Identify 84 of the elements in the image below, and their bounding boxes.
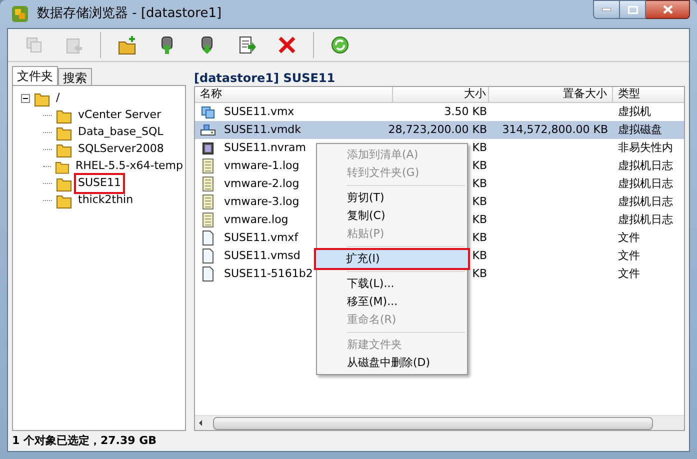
column-header[interactable]: 置备大小 — [489, 87, 613, 102]
table-cell-text: 非易失性内 — [618, 140, 673, 156]
table-cell-text: 文件 — [618, 248, 640, 264]
expander-icon[interactable] — [21, 94, 30, 103]
column-header[interactable]: 类型 — [613, 87, 684, 102]
tree-item[interactable]: SUSE11 — [76, 175, 123, 192]
table-cell-text: KB — [472, 230, 487, 246]
menu-item[interactable]: 下载(L)... — [317, 275, 467, 293]
close-button[interactable] — [646, 0, 690, 19]
table-cell-text: 314,572,800.00 KB — [502, 122, 608, 138]
minimize-icon — [602, 8, 611, 11]
window-title: 数据存储浏览器 - [datastore1] — [37, 5, 222, 24]
table-cell-text: KB — [472, 266, 487, 282]
tree-item[interactable]: vCenter Server — [76, 107, 164, 124]
folder-path: [datastore1] SUSE11 — [194, 70, 336, 86]
table-cell-text: KB — [472, 158, 487, 174]
tree-item[interactable]: / — [54, 90, 62, 107]
file-name: SUSE11.nvram — [224, 140, 306, 156]
refresh-icon — [330, 35, 350, 55]
tree-item[interactable]: Data_base_SQL — [76, 124, 166, 141]
file-icon — [200, 230, 216, 246]
notepad-icon — [200, 212, 216, 228]
delete-icon — [277, 35, 297, 55]
table-cell-text: 虚拟机日志 — [618, 158, 673, 174]
table-cell-text: 虚拟磁盘 — [618, 122, 662, 138]
tree-item[interactable]: RHEL-5.5-x64-temp — [74, 158, 185, 175]
table-cell-text: 3.50 KB — [444, 104, 487, 120]
maximize-icon — [628, 6, 638, 14]
file-icon — [200, 266, 216, 282]
file-name: vmware-1.log — [224, 158, 300, 174]
file-name: vmware.log — [224, 212, 288, 228]
file-name: SUSE11.vmsd — [224, 248, 300, 264]
notepad-icon — [200, 176, 216, 192]
menu-item[interactable]: 剪切(T) — [317, 189, 467, 207]
table-cell-text: 虚拟机日志 — [618, 194, 673, 210]
folder-icon — [56, 176, 72, 192]
file-name: vmware-2.log — [224, 176, 300, 192]
table-cell-text: 文件 — [618, 230, 640, 246]
status-text: 1 个对象已选定，27.39 GB — [11, 433, 158, 449]
disk-icon — [200, 122, 216, 138]
minimize-button[interactable] — [593, 0, 620, 19]
vm-icon — [200, 104, 216, 120]
file-name: SUSE11.vmdk — [224, 122, 302, 138]
table-cell-text: 虚拟机 — [618, 104, 651, 120]
folder-icon — [56, 192, 72, 208]
table-cell-text: KB — [472, 248, 487, 264]
copy-icon — [24, 35, 44, 55]
tree-item[interactable]: thick2thin — [76, 192, 136, 209]
table-cell-text: 文件 — [618, 266, 640, 282]
folder-icon — [34, 90, 50, 106]
file-icon — [200, 248, 216, 264]
notepad-icon — [200, 158, 216, 174]
file-name: vmware-3.log — [224, 194, 300, 210]
tab[interactable]: 搜索 — [58, 68, 92, 85]
table-cell-text: KB — [472, 140, 487, 156]
app-logo-icon — [11, 5, 29, 23]
folder-icon — [56, 124, 72, 140]
table-cell-text: KB — [472, 212, 487, 228]
folder-icon — [56, 108, 72, 124]
table-cell-text: 虚拟机日志 — [618, 176, 673, 192]
tab[interactable]: 文件夹 — [12, 66, 58, 85]
column-header[interactable]: 名称 — [195, 87, 393, 102]
file-name: SUSE11-5161b2 — [224, 266, 313, 282]
menu-item[interactable]: 扩充(I) — [316, 250, 468, 268]
notepad-icon — [200, 194, 216, 210]
table-cell-text: 虚拟机日志 — [618, 212, 673, 228]
close-icon — [662, 5, 672, 14]
table-cell-text: 28,723,200.00 KB — [388, 122, 487, 138]
new-folder-icon — [117, 35, 137, 55]
menu-item[interactable]: 从磁盘中删除(D) — [317, 354, 467, 372]
table-cell-text: KB — [472, 176, 487, 192]
maximize-button[interactable] — [620, 0, 646, 19]
horizontal-scrollbar[interactable] — [195, 415, 684, 430]
table-cell-text: KB — [472, 194, 487, 210]
document-arrow-icon — [237, 35, 257, 55]
file-name: SUSE11.vmxf — [224, 230, 298, 246]
tree-item[interactable]: SQLServer2008 — [76, 141, 166, 158]
column-header[interactable]: 大小 — [393, 87, 489, 102]
menu-item[interactable]: 移至(M)... — [317, 293, 467, 311]
menu-item[interactable]: 复制(C) — [317, 207, 467, 225]
folder-icon — [56, 142, 72, 158]
chip-icon — [200, 140, 216, 156]
scrollbar-thumb[interactable] — [213, 416, 653, 430]
file-name: SUSE11.vmx — [224, 104, 294, 120]
